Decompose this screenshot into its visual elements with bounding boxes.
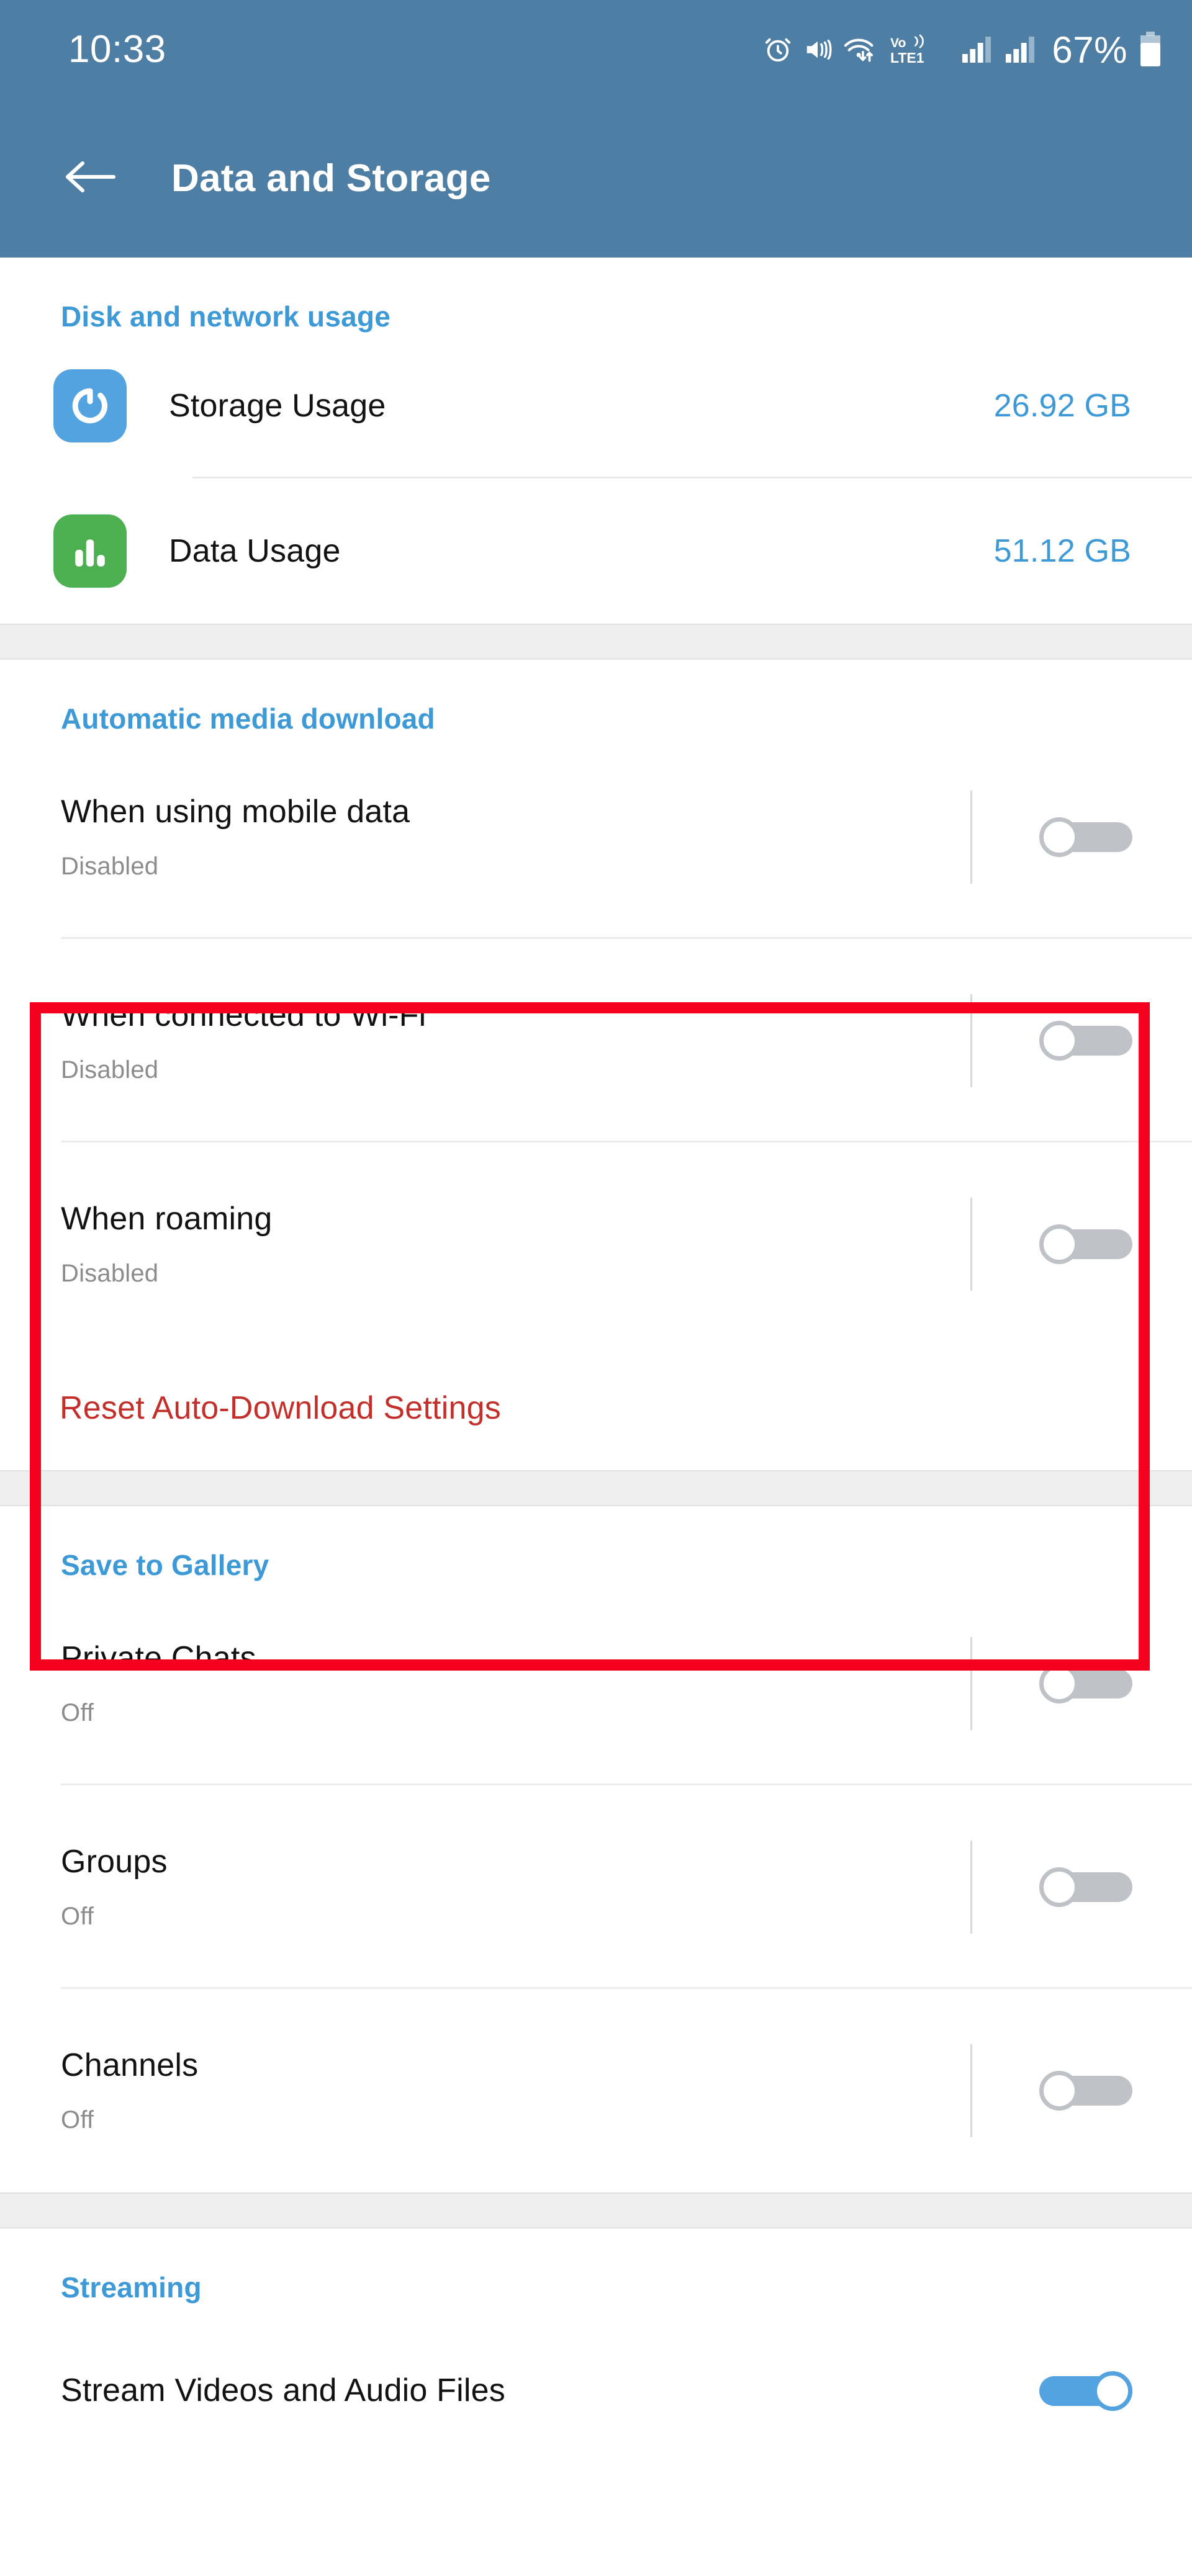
storage-usage-value: 26.92 GB <box>993 388 1131 424</box>
row-vertical-divider <box>970 1841 972 1934</box>
row-subtitle: Disabled <box>61 1056 159 1084</box>
row-vertical-divider <box>970 1637 972 1730</box>
data-usage-value: 51.12 GB <box>993 533 1131 569</box>
data-bars-icon <box>53 514 127 588</box>
data-usage-label: Data Usage <box>169 533 341 569</box>
section-disk-and-network-usage: Disk and network usage Storage Usage 26.… <box>0 258 1192 624</box>
row-title: Groups <box>61 1844 168 1880</box>
row-vertical-divider <box>970 994 972 1087</box>
storage-usage-label: Storage Usage <box>169 388 386 424</box>
toggle-thumb <box>1039 817 1079 857</box>
toggle-groups[interactable] <box>1039 1867 1132 1907</box>
row-title: Stream Videos and Audio Files <box>61 2372 505 2409</box>
vibrate-mute-icon <box>803 35 832 64</box>
section-streaming: Streaming Stream Videos and Audio Files <box>0 2228 1192 2478</box>
section-separator-band <box>0 2192 1192 2228</box>
status-icons-group: Vo LTE1 67% <box>764 29 1162 71</box>
toggle-thumb <box>1039 2071 1079 2111</box>
row-title: When roaming <box>61 1201 273 1237</box>
row-title: Private Chats <box>61 1640 256 1677</box>
row-storage-usage[interactable]: Storage Usage 26.92 GB <box>0 333 1192 478</box>
row-subtitle: Off <box>61 1902 94 1930</box>
reset-auto-download-settings-label: Reset Auto-Download Settings <box>60 1390 501 1426</box>
toggle-thumb <box>1039 1664 1079 1703</box>
toggle-thumb <box>1039 1867 1079 1907</box>
section-save-to-gallery: Save to Gallery Private Chats Off Groups… <box>0 1506 1192 2192</box>
row-subtitle: Off <box>61 2106 94 2134</box>
svg-text:Vo: Vo <box>890 36 906 50</box>
storage-refresh-icon <box>53 369 127 442</box>
section-header-streaming: Streaming <box>61 2271 202 2304</box>
row-vertical-divider <box>970 791 972 884</box>
toggle-when-roaming[interactable] <box>1039 1224 1132 1264</box>
row-subtitle: Disabled <box>61 852 159 880</box>
row-when-connected-to-wifi[interactable]: When connected to Wi-Fi Disabled <box>0 939 1192 1142</box>
toggle-thumb <box>1093 2371 1132 2411</box>
arrow-left-icon <box>64 157 116 200</box>
app-bar: Data and Storage <box>0 99 1192 258</box>
row-when-using-mobile-data[interactable]: When using mobile data Disabled <box>0 735 1192 939</box>
row-reset-auto-download-settings[interactable]: Reset Auto-Download Settings <box>0 1346 1192 1470</box>
row-channels[interactable]: Channels Off <box>0 1989 1192 2192</box>
row-when-roaming[interactable]: When roaming Disabled <box>0 1142 1192 1346</box>
page-title: Data and Storage <box>171 157 491 200</box>
signal-sim1-icon <box>961 35 993 64</box>
back-button[interactable] <box>56 145 124 213</box>
row-stream-videos-and-audio-files[interactable]: Stream Videos and Audio Files <box>0 2304 1192 2478</box>
row-vertical-divider <box>970 2044 972 2137</box>
row-title: When using mobile data <box>61 794 410 830</box>
row-groups[interactable]: Groups Off <box>0 1785 1192 1989</box>
section-automatic-media-download: Automatic media download When using mobi… <box>0 660 1192 1470</box>
row-data-usage[interactable]: Data Usage 51.12 GB <box>0 478 1192 624</box>
settings-content: Disk and network usage Storage Usage 26.… <box>0 258 1192 2478</box>
section-separator-band <box>0 624 1192 660</box>
section-header-disk-and-network-usage: Disk and network usage <box>61 300 391 333</box>
row-title: When connected to Wi-Fi <box>61 997 427 1034</box>
status-time: 10:33 <box>68 28 166 71</box>
toggle-when-connected-to-wifi[interactable] <box>1039 1021 1132 1061</box>
svg-text:LTE1: LTE1 <box>890 50 924 66</box>
toggle-thumb <box>1039 1224 1079 1264</box>
row-private-chats[interactable]: Private Chats Off <box>0 1582 1192 1785</box>
wifi-transfer-icon <box>843 35 879 65</box>
row-title: Channels <box>61 2047 199 2084</box>
row-subtitle: Off <box>61 1699 94 1726</box>
alarm-icon <box>764 35 792 64</box>
section-header-automatic-media-download: Automatic media download <box>61 702 435 735</box>
toggle-thumb <box>1039 1021 1079 1061</box>
status-bar: 10:33 Vo LTE1 67% <box>0 0 1192 99</box>
signal-sim2-icon <box>1005 35 1037 64</box>
battery-icon <box>1139 32 1162 68</box>
toggle-channels[interactable] <box>1039 2071 1132 2111</box>
section-separator-band <box>0 1470 1192 1506</box>
toggle-when-using-mobile-data[interactable] <box>1039 817 1132 857</box>
row-subtitle: Disabled <box>61 1259 159 1287</box>
volte-icon: Vo LTE1 <box>890 34 950 66</box>
battery-percent-label: 67% <box>1052 29 1127 71</box>
toggle-stream-videos-and-audio-files[interactable] <box>1039 2371 1132 2411</box>
section-header-save-to-gallery: Save to Gallery <box>61 1549 269 1581</box>
row-vertical-divider <box>970 1198 972 1291</box>
toggle-private-chats[interactable] <box>1039 1664 1132 1703</box>
